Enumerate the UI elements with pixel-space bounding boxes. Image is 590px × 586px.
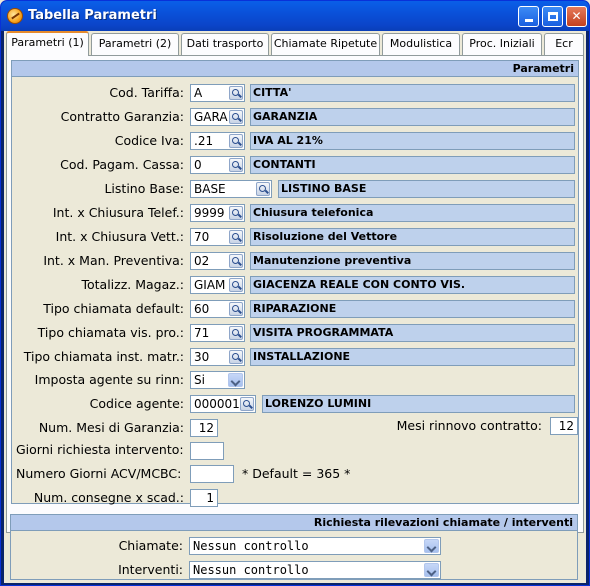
group-parametri: Parametri Cod. Tariffa: A CITTA' Contrat… [11, 60, 579, 507]
label-giorni-richiesta: Giorni richiesta intervento: [16, 442, 184, 457]
desc-tipo-chiamata-default: RIPARAZIONE [250, 300, 575, 318]
close-button[interactable]: ✕ [566, 6, 587, 27]
chevron-down-icon[interactable] [228, 373, 243, 387]
minimize-icon [524, 19, 533, 22]
desc-cod-pagam-cassa: CONTANTI [250, 156, 575, 174]
desc-listino-base: LISTINO BASE [278, 180, 575, 198]
label-chiusura-telef: Int. x Chiusura Telef.: [52, 205, 184, 220]
window-title: Tabella Parametri [28, 8, 157, 23]
input-tipo-chiamata-default[interactable]: 60 [190, 300, 245, 318]
input-tipo-chiamata-inst[interactable]: 30 [190, 348, 245, 366]
window-frame: Tabella Parametri ✕ Parametri (1) Parame… [0, 0, 590, 586]
label-tipo-chiamata-inst: Tipo chiamata inst. matr.: [23, 349, 184, 364]
input-giorni-richiesta[interactable] [190, 442, 224, 460]
label-codice-agente: Codice agente: [89, 396, 184, 411]
input-codice-agente[interactable]: 000001 [190, 395, 256, 413]
tab-chiamate-ripetute[interactable]: Chiamate Ripetute [271, 33, 380, 55]
desc-chiusura-telef: Chiusura telefonica [250, 204, 575, 222]
group-rilevazioni-header: Richiesta rilevazioni chiamate / interve… [11, 515, 577, 531]
label-imposta-agente: Imposta agente su rinn: [34, 372, 184, 387]
input-chiusura-vett[interactable]: 70 [190, 228, 245, 246]
lookup-icon[interactable] [240, 397, 254, 411]
imposta-agente-select[interactable]: Si [190, 371, 245, 389]
input-cod-tariffa[interactable]: A [190, 84, 245, 102]
desc-chiusura-vett: Risoluzione del Vettore [250, 228, 575, 246]
input-codice-iva[interactable]: .21 [190, 132, 245, 150]
desc-codice-agente: LORENZO LUMINI [262, 395, 575, 413]
desc-codice-iva: IVA AL 21% [250, 132, 575, 150]
desc-man-preventiva: Manutenzione preventiva [250, 252, 575, 270]
lookup-icon[interactable] [229, 110, 243, 124]
tab-panel: Parametri Cod. Tariffa: A CITTA' Contrat… [6, 55, 584, 533]
input-consegne[interactable]: 1 [190, 489, 218, 507]
tab-proc-iniziali[interactable]: Proc. Iniziali [462, 33, 542, 55]
group-rilevazioni: Richiesta rilevazioni chiamate / interve… [10, 514, 578, 580]
input-contratto-garanzia[interactable]: GARA [190, 108, 245, 126]
tab-parametri-2[interactable]: Parametri (2) [91, 33, 179, 55]
lookup-icon[interactable] [229, 206, 243, 220]
close-icon: ✕ [571, 9, 582, 23]
lookup-icon[interactable] [229, 86, 243, 100]
input-totalizz-magaz[interactable]: GIAM [190, 276, 245, 294]
client-area: Parametri (1) Parametri (2) Dati traspor… [4, 31, 586, 583]
maximize-button[interactable] [542, 6, 563, 27]
label-tipo-chiamata-vis: Tipo chiamata vis. pro.: [37, 325, 184, 340]
label-mesi-rinnovo: Mesi rinnovo contratto: [396, 418, 542, 433]
lookup-icon[interactable] [229, 134, 243, 148]
label-tipo-chiamata-default: Tipo chiamata default: [43, 301, 184, 316]
tab-parametri-1[interactable]: Parametri (1) [6, 31, 89, 56]
input-listino-base[interactable]: BASE [190, 180, 272, 198]
lookup-icon[interactable] [229, 302, 243, 316]
lookup-icon[interactable] [229, 230, 243, 244]
default-note: * Default = 365 * [242, 466, 351, 481]
desc-contratto-garanzia: GARANZIA [250, 108, 575, 126]
tab-modulistica[interactable]: Modulistica [382, 33, 460, 55]
lookup-icon[interactable] [256, 182, 270, 196]
label-giorni-acv: Numero Giorni ACV/MCBC: [16, 466, 182, 481]
label-listino-base: Listino Base: [104, 181, 184, 196]
label-cod-pagam-cassa: Cod. Pagam. Cassa: [60, 157, 184, 172]
lookup-icon[interactable] [229, 158, 243, 172]
input-chiusura-telef[interactable]: 9999 [190, 204, 245, 222]
input-tipo-chiamata-vis[interactable]: 71 [190, 324, 245, 342]
label-chiamate: Chiamate: [118, 538, 183, 553]
chevron-down-icon[interactable] [424, 563, 439, 577]
interventi-select[interactable]: Nessun controllo [189, 561, 441, 579]
label-chiusura-vett: Int. x Chiusura Vett.: [55, 229, 184, 244]
title-bar[interactable]: Tabella Parametri ✕ [1, 1, 589, 31]
label-contratto-garanzia: Contratto Garanzia: [60, 109, 184, 124]
label-cod-tariffa: Cod. Tariffa: [109, 85, 184, 100]
desc-tipo-chiamata-inst: INSTALLAZIONE [250, 348, 575, 366]
chiamate-select[interactable]: Nessun controllo [189, 537, 441, 555]
label-consegne: Num. consegne x scad.: [33, 490, 184, 505]
input-cod-pagam-cassa[interactable]: 0 [190, 156, 245, 174]
desc-totalizz-magaz: GIACENZA REALE CON CONTO VIS. [250, 276, 575, 294]
lookup-icon[interactable] [229, 278, 243, 292]
tab-ecr[interactable]: Ecr [544, 33, 584, 55]
tab-bar: Parametri (1) Parametri (2) Dati traspor… [4, 31, 586, 56]
input-mesi-rinnovo[interactable]: 12 [550, 417, 578, 435]
lookup-icon[interactable] [229, 350, 243, 364]
app-icon [7, 8, 23, 24]
lookup-icon[interactable] [229, 326, 243, 340]
maximize-icon [547, 12, 558, 21]
label-man-preventiva: Int. x Man. Preventiva: [43, 253, 184, 268]
group-parametri-header: Parametri [12, 61, 578, 77]
lookup-icon[interactable] [229, 254, 243, 268]
desc-cod-tariffa: CITTA' [250, 84, 575, 102]
label-interventi: Interventi: [118, 562, 183, 577]
input-mesi-garanzia[interactable]: 12 [190, 419, 218, 437]
input-man-preventiva[interactable]: 02 [190, 252, 245, 270]
label-totalizz-magaz: Totalizz. Magaz.: [81, 277, 184, 292]
label-mesi-garanzia: Num. Mesi di Garanzia: [38, 420, 184, 435]
tab-dati-trasporto[interactable]: Dati trasporto [181, 33, 269, 55]
minimize-button[interactable] [518, 6, 539, 27]
desc-tipo-chiamata-vis: VISITA PROGRAMMATA [250, 324, 575, 342]
chevron-down-icon[interactable] [424, 539, 439, 553]
label-codice-iva: Codice Iva: [114, 133, 184, 148]
input-giorni-acv[interactable] [190, 465, 234, 483]
